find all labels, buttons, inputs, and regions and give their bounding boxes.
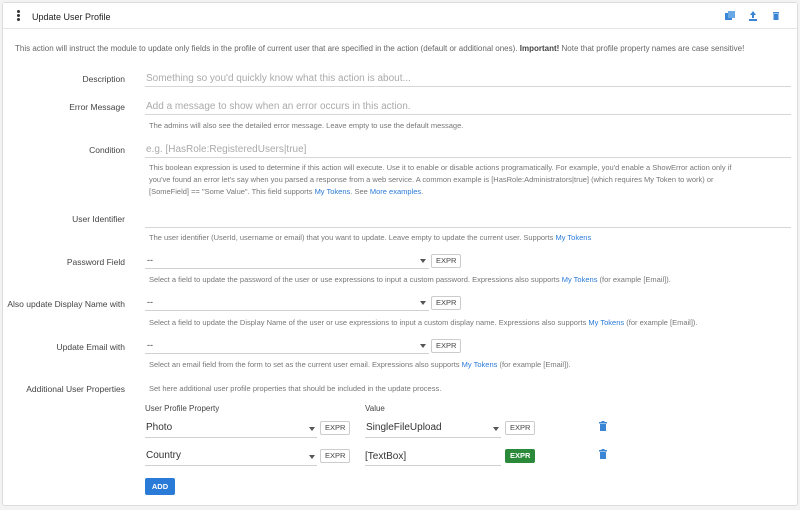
update-email-expr-button[interactable]: EXPR (431, 339, 462, 353)
trash-icon[interactable] (598, 421, 608, 432)
user-identifier-field (145, 210, 791, 228)
error-message-field (145, 97, 791, 115)
additional-properties-help: Set here additional user profile propert… (149, 384, 442, 393)
my-tokens-link[interactable]: My Tokens (588, 318, 624, 327)
password-field-value: -- (147, 255, 153, 265)
user-identifier-help-text: The user identifier (UserId, username or… (149, 233, 554, 242)
my-tokens-link[interactable]: My Tokens (562, 275, 598, 284)
value-expr-button-active[interactable]: EXPR (505, 449, 536, 463)
display-name-help: Select a field to update the Display Nam… (149, 317, 789, 329)
value-text-field (365, 446, 501, 466)
error-message-input[interactable] (146, 98, 776, 114)
display-name-label: Also update Display Name with (7, 299, 125, 309)
property-value: Country (146, 450, 182, 461)
chevron-down-icon (309, 427, 315, 431)
condition-help-line1: This boolean expression is used to deter… (149, 163, 732, 172)
value-select[interactable]: SingleFileUpload (365, 418, 501, 438)
condition-label: Condition (89, 145, 125, 155)
password-field-select[interactable]: -- (145, 253, 429, 269)
property-expr-button[interactable]: EXPR (320, 421, 351, 435)
condition-help: This boolean expression is used to deter… (149, 162, 789, 198)
panel-header: Update User Profile (3, 3, 797, 29)
description-field (145, 69, 791, 87)
description-input[interactable] (146, 70, 776, 86)
user-identifier-help: The user identifier (UserId, username or… (149, 232, 789, 244)
copy-icon[interactable] (723, 9, 737, 23)
intro-important: Important! (519, 44, 560, 53)
intro-main: This action will instruct the module to … (15, 44, 518, 53)
user-identifier-input[interactable] (146, 211, 776, 227)
user-identifier-label: User Identifier (72, 214, 125, 224)
chevron-down-icon (420, 344, 426, 348)
trash-icon[interactable] (598, 449, 608, 460)
password-expr-button[interactable]: EXPR (431, 254, 462, 268)
update-email-select[interactable]: -- (145, 338, 429, 354)
my-tokens-link[interactable]: My Tokens (315, 187, 351, 196)
display-name-select[interactable]: -- (145, 295, 429, 311)
condition-help-mid: . See (350, 187, 368, 196)
condition-input[interactable] (146, 141, 776, 157)
property-value: Photo (146, 422, 173, 433)
condition-help-line3: [SomeField] == "Some Value". This field … (149, 186, 789, 198)
my-tokens-link[interactable]: My Tokens (462, 360, 498, 369)
update-email-help: Select an email field from the form to s… (149, 359, 789, 371)
display-name-help-text: Select a field to update the Display Nam… (149, 318, 587, 327)
property-select[interactable]: Photo (145, 418, 317, 438)
condition-help-end: . (421, 187, 424, 196)
password-help-post: (for example [Email]). (599, 275, 671, 284)
add-property-button[interactable]: ADD (145, 478, 175, 495)
condition-help-text: [SomeField] == "Some Value". This field … (149, 187, 313, 196)
update-email-help-text: Select an email field from the form to s… (149, 360, 460, 369)
value-text-input[interactable] (365, 446, 501, 464)
value-expr-button[interactable]: EXPR (505, 421, 536, 435)
drag-menu-icon[interactable] (17, 10, 21, 22)
col-header-property: User Profile Property (145, 404, 220, 413)
chevron-down-icon (309, 455, 315, 459)
condition-help-line2: you've found an error let's say when you… (149, 175, 714, 184)
chevron-down-icon (420, 259, 426, 263)
password-help-text: Select a field to update the password of… (149, 275, 560, 284)
intro-text: This action will instruct the module to … (15, 44, 744, 53)
update-user-profile-panel: Update User Profile This action will ins… (2, 2, 798, 506)
condition-field (145, 140, 791, 158)
password-field-help: Select a field to update the password of… (149, 274, 789, 286)
my-tokens-link[interactable]: My Tokens (555, 233, 591, 242)
password-field-label: Password Field (66, 257, 125, 267)
value-value: SingleFileUpload (366, 422, 442, 433)
more-examples-link[interactable]: More examples (370, 187, 421, 196)
error-message-help: The admins will also see the detailed er… (149, 121, 464, 130)
update-email-label: Update Email with (56, 342, 125, 352)
property-select[interactable]: Country (145, 446, 317, 466)
display-name-value: -- (147, 297, 153, 307)
chevron-down-icon (420, 301, 426, 305)
chevron-down-icon (493, 427, 499, 431)
description-label: Description (82, 74, 125, 84)
additional-properties-label: Additional User Properties (26, 384, 125, 394)
property-expr-button[interactable]: EXPR (320, 449, 351, 463)
update-email-value: -- (147, 340, 153, 350)
delete-icon[interactable] (769, 9, 783, 23)
col-header-value: Value (365, 404, 385, 413)
intro-note: Note that profile property names are cas… (561, 44, 745, 53)
display-name-help-post: (for example [Email]). (626, 318, 698, 327)
upload-icon[interactable] (746, 9, 760, 23)
error-message-label: Error Message (69, 102, 125, 112)
panel-title: Update User Profile (32, 12, 111, 22)
display-name-expr-button[interactable]: EXPR (431, 296, 462, 310)
update-email-help-post: (for example [Email]). (499, 360, 571, 369)
